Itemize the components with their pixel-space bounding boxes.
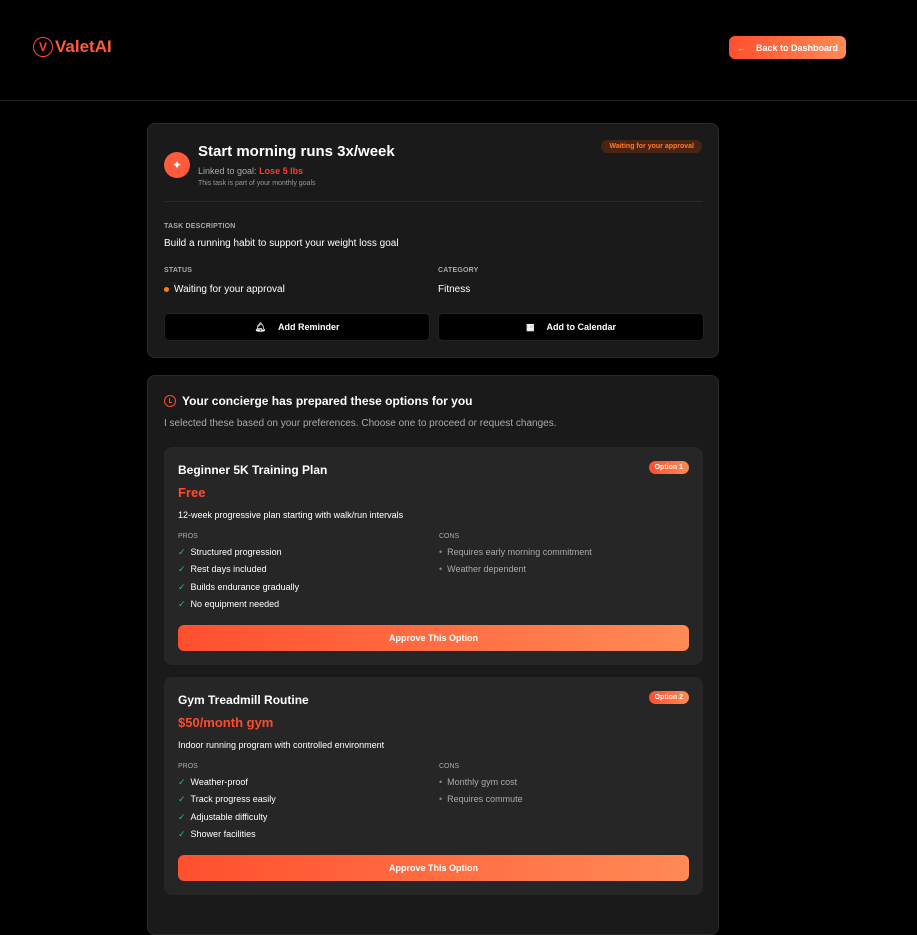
cons-label: CONS [439,533,459,540]
status-text: Waiting for your approval [174,284,285,295]
check-icon: ✓ [178,829,186,846]
con-text: Requires early morning commitment [447,547,592,564]
logo-icon: V [33,37,53,57]
add-reminder-button[interactable]: 🔔︎ Add Reminder [164,313,430,341]
status-dot [164,287,169,292]
pro-item: ✓ No equipment needed [178,599,299,616]
task-title: Start morning runs 3x/week [198,143,395,160]
linked-prefix: Linked to goal: [198,166,257,176]
pro-text: Track progress easily [191,794,276,811]
con-text: Requires commute [447,794,523,811]
status-value: Waiting for your approval [164,284,285,295]
con-text: Weather dependent [447,564,526,581]
cons-label: CONS [439,763,459,770]
pro-text: No equipment needed [191,599,280,616]
reminder-label: Add Reminder [278,322,340,332]
check-icon: ✓ [178,777,186,794]
option-name: Gym Treadmill Routine [178,693,309,707]
pro-item: ✓ Rest days included [178,564,299,581]
pro-text: Builds endurance gradually [191,582,300,599]
clock-icon [164,395,176,407]
pros-list: ✓ Weather-proof ✓ Track progress easily ✓ Adj… [178,777,276,846]
bell-icon: 🔔︎ [255,322,266,333]
approve-option-button[interactable]: Approve This Option [178,855,689,881]
check-icon: ✓ [178,599,186,616]
linked-goal-name[interactable]: Lose 5 lbs [259,166,303,176]
category-label: CATEGORY [438,267,479,274]
option-card: Gym Treadmill Routine Option 2 $50/month… [164,677,703,895]
linked-goal: Linked to goal: Lose 5 lbs [198,166,303,176]
bullet-icon: • [439,547,442,564]
approve-option-button[interactable]: Approve This Option [178,625,689,651]
option-badge: Option 1 [649,461,689,474]
con-text: Monthly gym cost [447,777,517,794]
status-badge: Waiting for your approval [601,140,702,153]
task-card: ✦ Start morning runs 3x/week Linked to g… [147,123,719,358]
check-icon: ✓ [178,547,186,564]
check-icon: ✓ [178,582,186,599]
description-label: TASK DESCRIPTION [164,223,236,230]
brand-name: ValetAI [55,37,112,57]
calendar-icon: ▦ [526,322,535,333]
logo[interactable]: VValetAI [33,37,112,57]
pro-text: Shower facilities [191,829,256,846]
con-item: • Weather dependent [439,564,592,581]
pro-item: ✓ Adjustable difficulty [178,812,276,829]
options-title-text: Your concierge has prepared these option… [182,394,473,408]
option-price: $50/month gym [178,715,273,730]
con-item: • Requires early morning commitment [439,547,592,564]
pros-label: PROS [178,533,198,540]
pro-item: ✓ Weather-proof [178,777,276,794]
back-to-dashboard-button[interactable]: ← Back to Dashboard [729,36,846,59]
task-description: Build a running habit to support your we… [164,238,399,249]
cons-list: • Monthly gym cost • Requires commute [439,777,523,812]
option-badge: Option 2 [649,691,689,704]
back-label: Back to Dashboard [756,43,838,53]
category-value: Fitness [438,284,470,295]
check-icon: ✓ [178,812,186,829]
option-card: Beginner 5K Training Plan Option 1 Free … [164,447,703,665]
check-icon: ✓ [178,564,186,581]
option-description: 12-week progressive plan starting with w… [178,510,403,520]
sparkle-icon: ✦ [164,152,190,178]
pro-item: ✓ Track progress easily [178,794,276,811]
con-item: • Requires commute [439,794,523,811]
option-description: Indoor running program with controlled e… [178,740,384,750]
header: VValetAI ← Back to Dashboard [0,0,917,101]
add-to-calendar-button[interactable]: ▦ Add to Calendar [438,313,704,341]
pro-text: Adjustable difficulty [191,812,268,829]
bullet-icon: • [439,777,442,794]
option-price: Free [178,485,205,500]
bullet-icon: • [439,794,442,811]
task-subtitle: This task is part of your monthly goals [198,180,316,187]
options-card: Your concierge has prepared these option… [147,375,719,935]
pros-list: ✓ Structured progression ✓ Rest days includ… [178,547,299,616]
pro-item: ✓ Shower facilities [178,829,276,846]
cons-list: • Requires early morning commitment • Weath… [439,547,592,582]
pro-text: Weather-proof [191,777,248,794]
options-title: Your concierge has prepared these option… [164,394,473,408]
pro-item: ✓ Structured progression [178,547,299,564]
check-icon: ✓ [178,794,186,811]
divider [164,201,702,202]
pro-text: Rest days included [191,564,267,581]
options-subtitle: I selected these based on your preferenc… [164,418,556,429]
status-label: STATUS [164,267,192,274]
option-name: Beginner 5K Training Plan [178,463,327,477]
bullet-icon: • [439,564,442,581]
pros-label: PROS [178,763,198,770]
con-item: • Monthly gym cost [439,777,523,794]
arrow-left-icon: ← [737,43,746,53]
pro-item: ✓ Builds endurance gradually [178,582,299,599]
pro-text: Structured progression [191,547,282,564]
calendar-label: Add to Calendar [547,322,617,332]
